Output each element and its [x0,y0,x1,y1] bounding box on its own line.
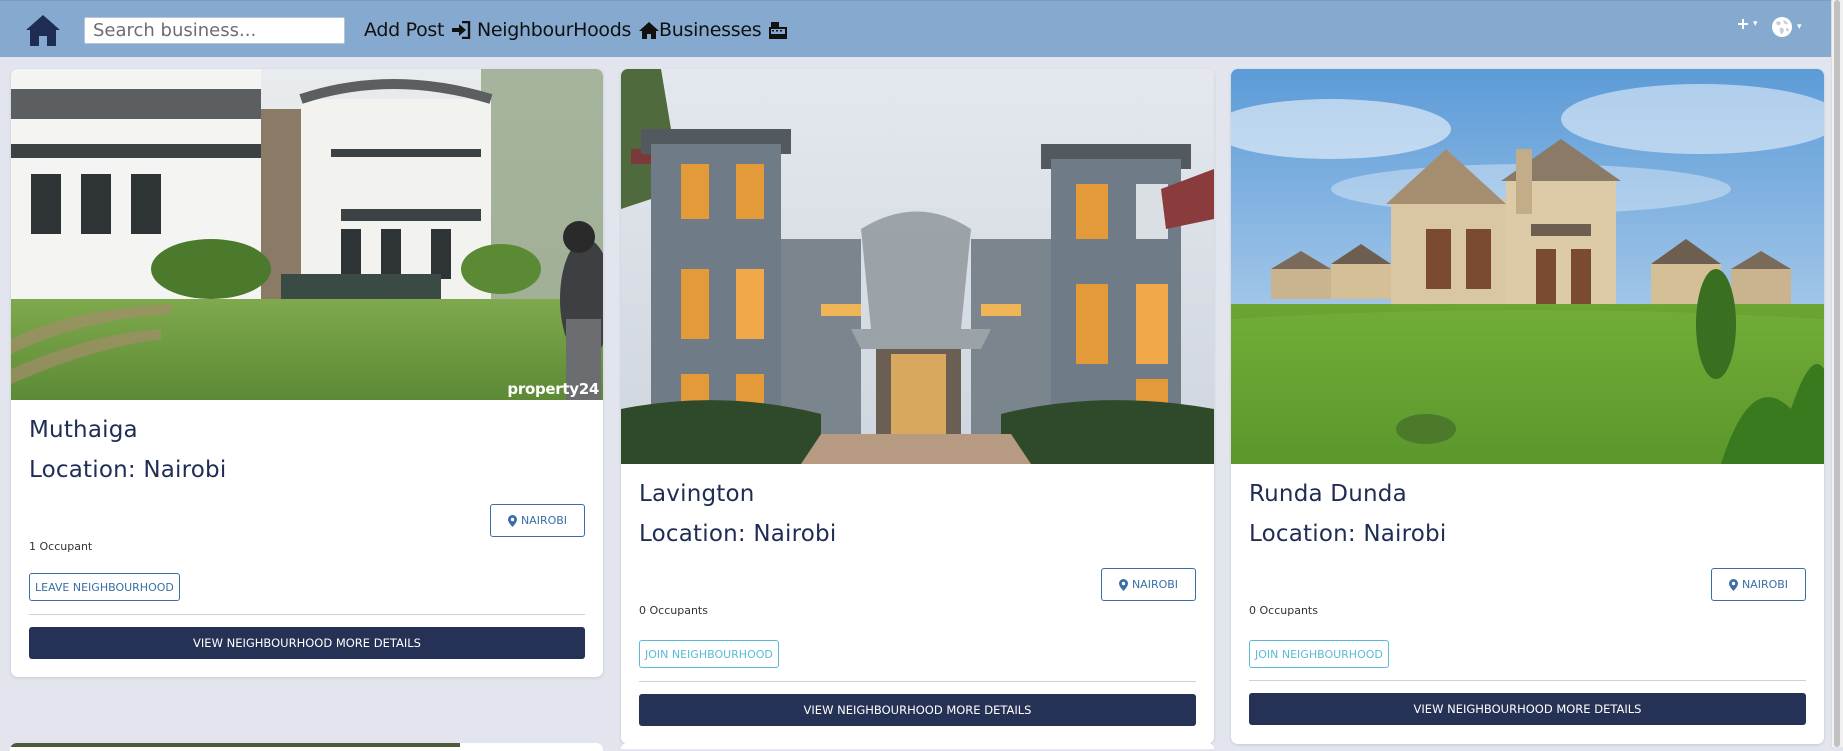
chevron-down-icon: ▾ [1753,19,1758,29]
cash-register-icon [769,21,788,39]
neighbourhood-name: Lavington [639,481,755,507]
top-navbar: Add Post NeighbourHoods Businesses ▾ [0,0,1832,57]
neighbourhood-image [621,69,1214,464]
occupant-count: 1 Occupant [29,540,93,553]
chevron-down-icon: ▾ [1797,22,1802,32]
sign-in-icon [452,21,471,39]
home-icon[interactable] [24,13,62,47]
nav-businesses-label: Businesses [659,19,762,41]
join-neighbourhood-button[interactable]: JOIN NEIGHBOURHOOD [639,640,779,668]
neighbourhood-name: Runda Dunda [1249,481,1407,507]
map-marker-icon [507,514,517,527]
neighbourhood-card: property24 Muthaiga Location: Nairobi NA… [11,69,603,677]
divider [639,681,1196,682]
plus-menu[interactable]: ▾ [1737,18,1758,30]
location-badge-label: NAIROBI [520,514,568,527]
scrollbar-thumb[interactable] [1834,0,1840,747]
globe-icon [1772,17,1792,37]
map-marker-icon [1118,578,1128,591]
occupant-count: 0 Occupants [1249,604,1318,617]
nav-add-post-label: Add Post [364,19,445,41]
occupant-count: 0 Occupants [639,604,708,617]
neighbourhood-image [1231,69,1824,464]
map-marker-icon [1728,578,1738,591]
search-input[interactable] [84,17,345,44]
plus-icon [1738,19,1748,29]
location-badge-label: NAIROBI [1131,578,1179,591]
view-details-button[interactable]: VIEW NEIGHBOURHOOD MORE DETAILS [639,694,1196,726]
neighbourhood-image [10,743,460,747]
location-badge-button[interactable]: NAIROBI [490,504,585,537]
neighbourhood-card: Lavington Location: Nairobi NAIROBI 0 Oc… [621,69,1214,744]
leave-neighbourhood-button[interactable]: LEAVE NEIGHBOURHOOD [29,573,180,601]
language-menu[interactable]: ▾ [1771,16,1802,38]
neighbourhood-card-partial [621,743,1214,749]
scrollbar[interactable] [1831,0,1843,747]
view-details-button[interactable]: VIEW NEIGHBOURHOOD MORE DETAILS [1249,693,1806,725]
join-neighbourhood-button[interactable]: JOIN NEIGHBOURHOOD [1249,640,1389,668]
view-details-button[interactable]: VIEW NEIGHBOURHOOD MORE DETAILS [29,627,585,659]
neighbourhood-location: Location: Nairobi [639,521,837,547]
location-badge-label: NAIROBI [1741,578,1789,591]
nav-add-post[interactable]: Add Post [364,17,471,43]
neighbourhood-location: Location: Nairobi [1249,521,1447,547]
neighbourhood-card: Runda Dunda Location: Nairobi NAIROBI 0 … [1231,69,1824,744]
nav-neighbourhoods[interactable]: NeighbourHoods [477,17,660,43]
nav-neighbourhoods-label: NeighbourHoods [477,19,632,41]
neighbourhood-location: Location: Nairobi [29,457,227,483]
location-badge-button[interactable]: NAIROBI [1101,568,1196,601]
home-icon [639,21,660,39]
location-badge-button[interactable]: NAIROBI [1711,568,1806,601]
nav-businesses[interactable]: Businesses [659,17,788,43]
neighbourhood-card-partial [10,743,603,751]
neighbourhood-name: Muthaiga [29,417,138,443]
neighbourhood-image: property24 [11,69,603,400]
divider [29,614,585,615]
divider [1249,680,1806,681]
image-watermark: property24 [507,380,599,398]
